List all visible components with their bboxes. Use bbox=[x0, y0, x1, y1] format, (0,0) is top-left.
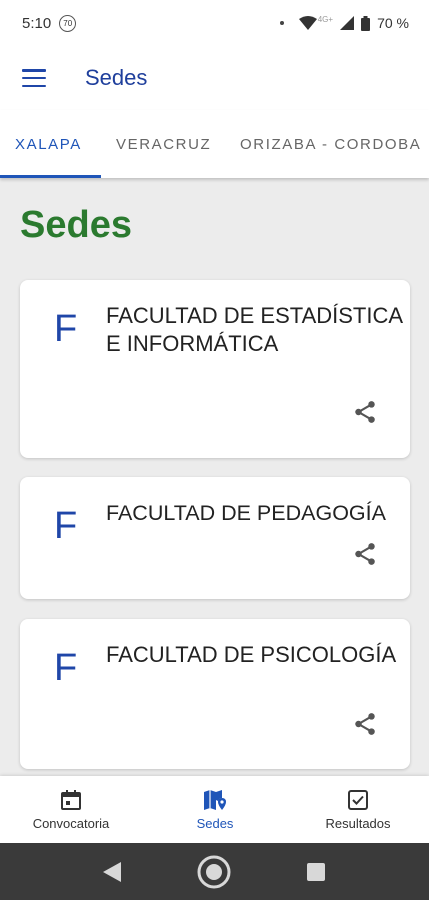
recents-square-icon bbox=[307, 862, 325, 881]
system-navigation-bar bbox=[0, 843, 429, 900]
signal-icon bbox=[340, 16, 355, 30]
card-title: FACULTAD DE PEDAGOGÍA bbox=[106, 501, 386, 525]
card-facultad-psicologia[interactable]: F FACULTAD DE PSICOLOGÍA bbox=[20, 619, 410, 769]
tab-veracruz[interactable]: VERACRUZ bbox=[116, 110, 211, 178]
wifi-icon bbox=[298, 16, 317, 30]
nav-item-resultados[interactable]: Resultados bbox=[306, 776, 410, 843]
battery-icon bbox=[361, 15, 371, 31]
card-facultad-pedagogia[interactable]: F FACULTAD DE PEDAGOGÍA bbox=[20, 477, 410, 599]
card-title: FACULTAD DE ESTADÍSTICA E INFORMÁTICA bbox=[106, 303, 402, 356]
system-back-button[interactable] bbox=[92, 843, 132, 900]
app-bar: Sedes bbox=[0, 46, 429, 110]
share-icon[interactable] bbox=[352, 541, 378, 567]
card-letter: F bbox=[54, 647, 78, 689]
system-home-button[interactable] bbox=[194, 843, 234, 900]
nav-item-sedes[interactable]: Sedes bbox=[170, 776, 260, 843]
card-facultad-estadistica[interactable]: F FACULTAD DE ESTADÍSTICA E INFORMÁTICA bbox=[20, 280, 410, 458]
home-circle-icon bbox=[197, 855, 231, 888]
status-right: 4G+ 70 % bbox=[279, 14, 409, 31]
nav-label: Resultados bbox=[325, 816, 391, 831]
nav-item-convocatoria[interactable]: Convocatoria bbox=[14, 776, 128, 843]
battery-percent: 70 % bbox=[377, 15, 409, 31]
status-time: 5:10 bbox=[22, 14, 52, 32]
status-left: 5:10 70 bbox=[22, 14, 77, 32]
nav-label: Convocatoria bbox=[32, 816, 110, 831]
bottom-navigation: Convocatoria Sedes Resultados bbox=[0, 776, 429, 843]
checkbox-icon bbox=[348, 790, 368, 810]
main-content: Sedes F FACULTAD DE ESTADÍSTICA E INFORM… bbox=[0, 178, 429, 776]
hamburger-menu-icon[interactable] bbox=[22, 69, 46, 87]
app-title: Sedes bbox=[85, 65, 148, 90]
tab-orizaba-cordoba[interactable]: ORIZABA - CORDOBA bbox=[240, 110, 421, 178]
network-type-label: 4G+ bbox=[317, 14, 334, 24]
card-title: FACULTAD DE PSICOLOGÍA bbox=[106, 642, 397, 667]
notification-dot-icon bbox=[279, 21, 284, 25]
map-icon bbox=[204, 790, 226, 810]
share-icon[interactable] bbox=[352, 711, 378, 737]
back-triangle-icon bbox=[103, 861, 121, 882]
notification-badge: 70 bbox=[59, 14, 77, 32]
location-tabs: XALAPA VERACRUZ ORIZABA - CORDOBA bbox=[0, 110, 429, 178]
share-icon[interactable] bbox=[352, 399, 378, 425]
card-letter: F bbox=[54, 308, 78, 350]
tab-xalapa[interactable]: XALAPA bbox=[15, 110, 82, 178]
card-letter: F bbox=[54, 505, 78, 547]
nav-label: Sedes bbox=[196, 816, 234, 831]
calendar-icon bbox=[61, 790, 81, 810]
system-recents-button[interactable] bbox=[296, 843, 336, 900]
page-heading: Sedes bbox=[20, 204, 132, 246]
status-bar: 5:10 70 4G+ 70 % bbox=[0, 0, 429, 46]
